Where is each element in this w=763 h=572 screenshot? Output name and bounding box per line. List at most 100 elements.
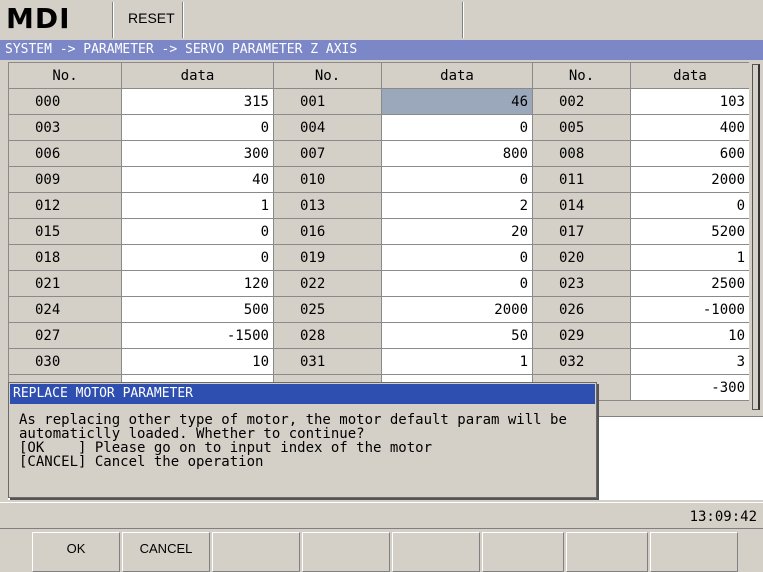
param-value-cell[interactable]: 600 [630, 140, 750, 167]
param-value-cell[interactable]: 10 [630, 322, 750, 349]
param-number-cell: 019 [273, 244, 382, 271]
param-number-cell: 001 [273, 88, 382, 115]
softkey-cancel[interactable]: CANCEL [122, 532, 210, 572]
softkey-4[interactable] [302, 532, 390, 572]
scrollbar-thumb[interactable] [752, 64, 760, 410]
param-value-cell[interactable]: 3 [630, 348, 750, 375]
param-value-cell[interactable]: 300 [121, 140, 274, 167]
param-number-cell: 012 [8, 192, 122, 219]
col-header-data: data [381, 62, 533, 89]
param-value-cell[interactable]: -300 [630, 374, 750, 401]
param-value-cell[interactable]: 0 [630, 192, 750, 219]
param-number-cell: 027 [8, 322, 122, 349]
param-number-cell: 020 [532, 244, 631, 271]
param-value-cell[interactable]: 0 [121, 244, 274, 271]
param-value-cell[interactable]: 2000 [381, 296, 533, 323]
table-row: 012 1 013 2 014 0 [8, 192, 750, 219]
param-value-cell[interactable]: 0 [381, 166, 533, 193]
param-value-cell[interactable]: 400 [630, 114, 750, 141]
param-value-cell[interactable]: 0 [381, 270, 533, 297]
param-number-cell: 004 [273, 114, 382, 141]
param-number-cell: 017 [532, 218, 631, 245]
param-value-cell[interactable]: 2000 [630, 166, 750, 193]
param-value-cell[interactable]: 1 [630, 244, 750, 271]
table-row: 006 300 007 800 008 600 [8, 140, 750, 167]
param-number-cell: 030 [8, 348, 122, 375]
param-value-cell[interactable]: -1500 [121, 322, 274, 349]
param-value-cell[interactable]: 0 [121, 114, 274, 141]
param-number-cell: 026 [532, 296, 631, 323]
param-value-cell[interactable]: 800 [381, 140, 533, 167]
param-number-cell: 028 [273, 322, 382, 349]
param-number-cell: 003 [8, 114, 122, 141]
param-value-cell[interactable]: 1 [121, 192, 274, 219]
param-value-cell[interactable]: 40 [121, 166, 274, 193]
param-number-cell: 023 [532, 270, 631, 297]
param-number-cell: 018 [8, 244, 122, 271]
param-value-cell[interactable]: 2 [381, 192, 533, 219]
param-number-cell: 014 [532, 192, 631, 219]
col-header-data: data [121, 62, 274, 89]
param-value-cell[interactable]: 50 [381, 322, 533, 349]
param-number-cell: 032 [532, 348, 631, 375]
col-header-no: No. [8, 62, 122, 89]
param-value-cell[interactable]: 0 [381, 114, 533, 141]
softkey-8[interactable] [650, 532, 738, 572]
table-row: 000 315 001 46 002 103 [8, 88, 750, 115]
table-row: 018 0 019 0 020 1 [8, 244, 750, 271]
param-value-cell[interactable]: 5200 [630, 218, 750, 245]
param-value-cell[interactable]: -1000 [630, 296, 750, 323]
param-value-cell[interactable]: 120 [121, 270, 274, 297]
mode-indicator: MDI [6, 2, 71, 35]
param-number-cell: 022 [273, 270, 382, 297]
divider [182, 2, 184, 38]
param-number-cell: 031 [273, 348, 382, 375]
dialog-line: [OK ] Please go on to input index of the… [19, 440, 433, 456]
softkey-5[interactable] [392, 532, 480, 572]
param-number-cell: 016 [273, 218, 382, 245]
dialog-line: As replacing other type of motor, the mo… [19, 412, 567, 428]
table-row: 003 0 004 0 005 400 [8, 114, 750, 141]
param-number-cell: 002 [532, 88, 631, 115]
param-value-cell[interactable]: 0 [381, 244, 533, 271]
param-number-cell: 025 [273, 296, 382, 323]
param-number-cell: 011 [532, 166, 631, 193]
dialog-line: [CANCEL] Cancel the operation [19, 454, 264, 470]
param-number-cell: 024 [8, 296, 122, 323]
param-number-cell: 013 [273, 192, 382, 219]
table-header-row: No. data No. data No. data [8, 62, 750, 89]
param-number-cell: 005 [532, 114, 631, 141]
param-value-cell[interactable]: 10 [121, 348, 274, 375]
softkey-6[interactable] [482, 532, 564, 572]
param-number-cell: 010 [273, 166, 382, 193]
param-value-cell[interactable]: 0 [121, 218, 274, 245]
param-number-cell: 009 [8, 166, 122, 193]
param-value-cell[interactable]: 20 [381, 218, 533, 245]
softkey-ok[interactable]: OK [32, 532, 120, 572]
param-value-cell[interactable]: 2500 [630, 270, 750, 297]
clock: 13:09:42 [689, 509, 757, 525]
param-value-cell[interactable]: 500 [121, 296, 274, 323]
col-header-data: data [630, 62, 750, 89]
param-value-cell[interactable]: 1 [381, 348, 533, 375]
softkey-7[interactable] [566, 532, 648, 572]
table-row: 021 120 022 0 023 2500 [8, 270, 750, 297]
param-value-cell[interactable]: 103 [630, 88, 750, 115]
param-number-cell: 008 [532, 140, 631, 167]
col-header-no: No. [532, 62, 631, 89]
col-header-no: No. [273, 62, 382, 89]
param-number-cell: 029 [532, 322, 631, 349]
reset-status: RESET [128, 10, 175, 26]
dialog-message: As replacing other type of motor, the mo… [19, 413, 589, 469]
parameter-table: No. data No. data No. data 000 315 001 46 00… [8, 62, 750, 401]
divider [462, 2, 464, 38]
table-row: 030 10 031 1 032 3 [8, 348, 750, 375]
param-value-cell[interactable]: 315 [121, 88, 274, 115]
param-value-cell[interactable]: 46 [381, 88, 533, 115]
param-number-cell: 006 [8, 140, 122, 167]
divider [112, 2, 114, 38]
param-number-cell: 000 [8, 88, 122, 115]
table-row: 009 40 010 0 011 2000 [8, 166, 750, 193]
param-number-cell: 007 [273, 140, 382, 167]
softkey-3[interactable] [212, 532, 300, 572]
